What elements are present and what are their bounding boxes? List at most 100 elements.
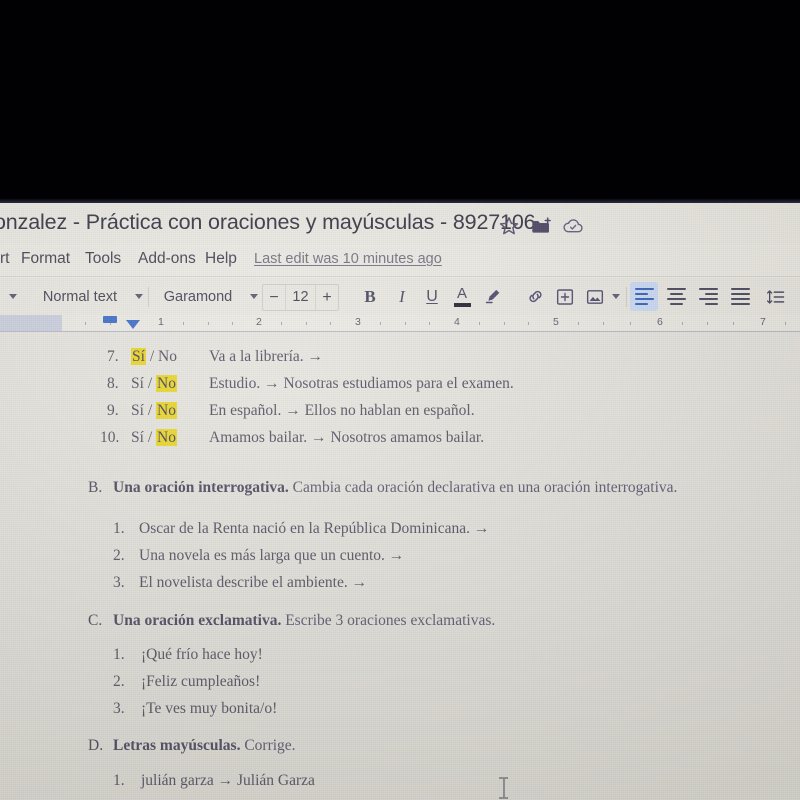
answer-separator: /: [143, 402, 156, 419]
section-c-instruction: Escribe 3 oraciones exclamativas.: [281, 612, 496, 629]
marker-pen-icon: [485, 289, 499, 304]
align-center-icon: [666, 288, 686, 305]
align-left-button[interactable]: [630, 282, 658, 311]
add-comment-button[interactable]: [552, 278, 578, 315]
underline-button[interactable]: U: [420, 278, 444, 315]
list-item-text: Va a la librería. →: [209, 348, 324, 365]
ruler-left-margin: [0, 315, 62, 331]
list-item-text: Estudio. → Nosotras estudiamos para el e…: [209, 375, 514, 392]
justify-button[interactable]: [726, 282, 754, 311]
list-item-text: ¡Qué frío hace hoy!: [141, 646, 263, 663]
align-right-icon: [698, 288, 718, 305]
link-icon: [528, 290, 542, 303]
list-item-text: ¡Feliz cumpleaños!: [141, 673, 261, 690]
list-number: 2.: [113, 547, 125, 564]
chevron-down-icon: [612, 294, 620, 299]
list-number: 1.: [113, 520, 125, 537]
paragraph-style-dropdown[interactable]: Normal text: [32, 278, 128, 315]
list-number: 3.: [113, 574, 125, 591]
highlight-color-button[interactable]: [480, 278, 504, 315]
paragraph-style-caret[interactable]: [130, 278, 148, 315]
chevron-down-icon: [9, 294, 17, 299]
insert-link-button[interactable]: [522, 278, 548, 315]
menu-divider: [0, 276, 800, 277]
text-cursor-icon: [499, 776, 508, 800]
left-indent-marker[interactable]: [126, 320, 140, 329]
insert-image-caret[interactable]: [608, 278, 624, 315]
answer-separator: /: [143, 429, 156, 446]
list-item: Sí / No: [131, 429, 177, 447]
section-d-heading: Letras mayúsculas. Corrige.: [113, 737, 296, 755]
list-item: Sí / No: [131, 375, 177, 393]
highlighted-answer: No: [156, 375, 177, 392]
list-item-text: En español. → Ellos no hablan en español…: [209, 402, 475, 419]
toolbar-separator: [626, 287, 627, 307]
document-ruler[interactable]: 1 2 3 4 5 6 7: [0, 315, 800, 331]
ruler-number-6: 6: [657, 316, 663, 328]
section-b-title: Una oración interrogativa.: [113, 479, 289, 496]
screen-bezel-top: [0, 0, 800, 203]
list-item-text: Amamos bailar. → Nosotros amamos bailar.: [209, 429, 485, 446]
justify-icon: [730, 288, 750, 305]
saved-to-cloud-icon[interactable]: [562, 215, 584, 237]
font-family-dropdown[interactable]: Garamond: [152, 278, 244, 315]
font-family-caret[interactable]: [245, 278, 263, 315]
menu-format[interactable]: Format: [21, 250, 70, 268]
list-item-text: Oscar de la Renta nació en la República …: [139, 520, 490, 537]
ruler-number-7: 7: [760, 316, 766, 328]
font-size-increase-button[interactable]: +: [316, 289, 338, 307]
list-number: 2.: [113, 673, 125, 690]
image-icon: [586, 289, 604, 304]
answer-si: Sí: [131, 402, 144, 419]
text-color-letter: A: [456, 285, 467, 302]
toolbar-separator: [148, 287, 149, 307]
list-number: 10.: [100, 429, 120, 446]
first-line-indent-marker[interactable]: [103, 316, 117, 323]
toolbar-overflow-caret-icon[interactable]: [4, 278, 22, 315]
bold-button[interactable]: B: [358, 278, 382, 315]
font-size-stepper: − 12 +: [262, 284, 339, 311]
list-number: 7.: [107, 348, 119, 365]
list-number: 9.: [107, 402, 119, 419]
section-b-instruction: Cambia cada oración declarativa en una o…: [288, 479, 678, 496]
line-spacing-icon: [767, 289, 785, 304]
section-b-letter: B.: [88, 479, 103, 496]
highlighted-answer: Sí: [131, 348, 146, 365]
answer-separator: /: [145, 348, 158, 365]
align-center-button[interactable]: [662, 282, 690, 311]
document-page[interactable]: 7. Sí / No Va a la librería. → 8. Sí / N…: [0, 332, 800, 800]
list-item: Sí / No: [131, 402, 177, 420]
google-docs-window: onzalez - Práctica con oraciones y mayús…: [0, 203, 800, 800]
ruler-number-2: 2: [256, 316, 262, 328]
move-to-folder-icon[interactable]: [530, 215, 552, 237]
highlighted-answer: No: [156, 429, 177, 446]
align-right-button[interactable]: [694, 282, 722, 311]
font-size-input[interactable]: 12: [285, 285, 316, 310]
font-size-decrease-button[interactable]: −: [263, 289, 285, 307]
section-c-letter: C.: [88, 612, 103, 629]
section-d-title: Letras mayúsculas.: [113, 737, 241, 754]
menu-insert[interactable]: rt: [0, 250, 9, 268]
section-d-letter: D.: [88, 737, 104, 754]
text-color-button[interactable]: A: [450, 278, 474, 315]
star-icon[interactable]: [498, 215, 520, 237]
italic-button[interactable]: I: [390, 278, 414, 315]
ruler-number-5: 5: [553, 316, 559, 328]
list-number: 1.: [113, 646, 125, 663]
line-spacing-button[interactable]: [762, 282, 790, 311]
ruler-number-4: 4: [454, 316, 460, 328]
answer-no: No: [158, 348, 177, 365]
answer-separator: /: [143, 375, 156, 392]
last-edit-link[interactable]: Last edit was 10 minutes ago: [254, 251, 442, 267]
comment-plus-icon: [556, 288, 574, 305]
text-color-swatch: [453, 303, 471, 307]
ruler-track: [62, 315, 800, 331]
insert-image-button[interactable]: [582, 278, 608, 315]
menu-help[interactable]: Help: [205, 250, 237, 268]
menu-tools[interactable]: Tools: [85, 250, 121, 268]
ruler-number-3: 3: [355, 316, 361, 328]
list-item-text: ¡Te ves muy bonita/o!: [141, 700, 278, 717]
list-item-text: julián garza → Julián Garza: [141, 772, 315, 789]
document-title[interactable]: onzalez - Práctica con oraciones y mayús…: [0, 210, 536, 235]
menu-add-ons[interactable]: Add-ons: [138, 250, 196, 268]
